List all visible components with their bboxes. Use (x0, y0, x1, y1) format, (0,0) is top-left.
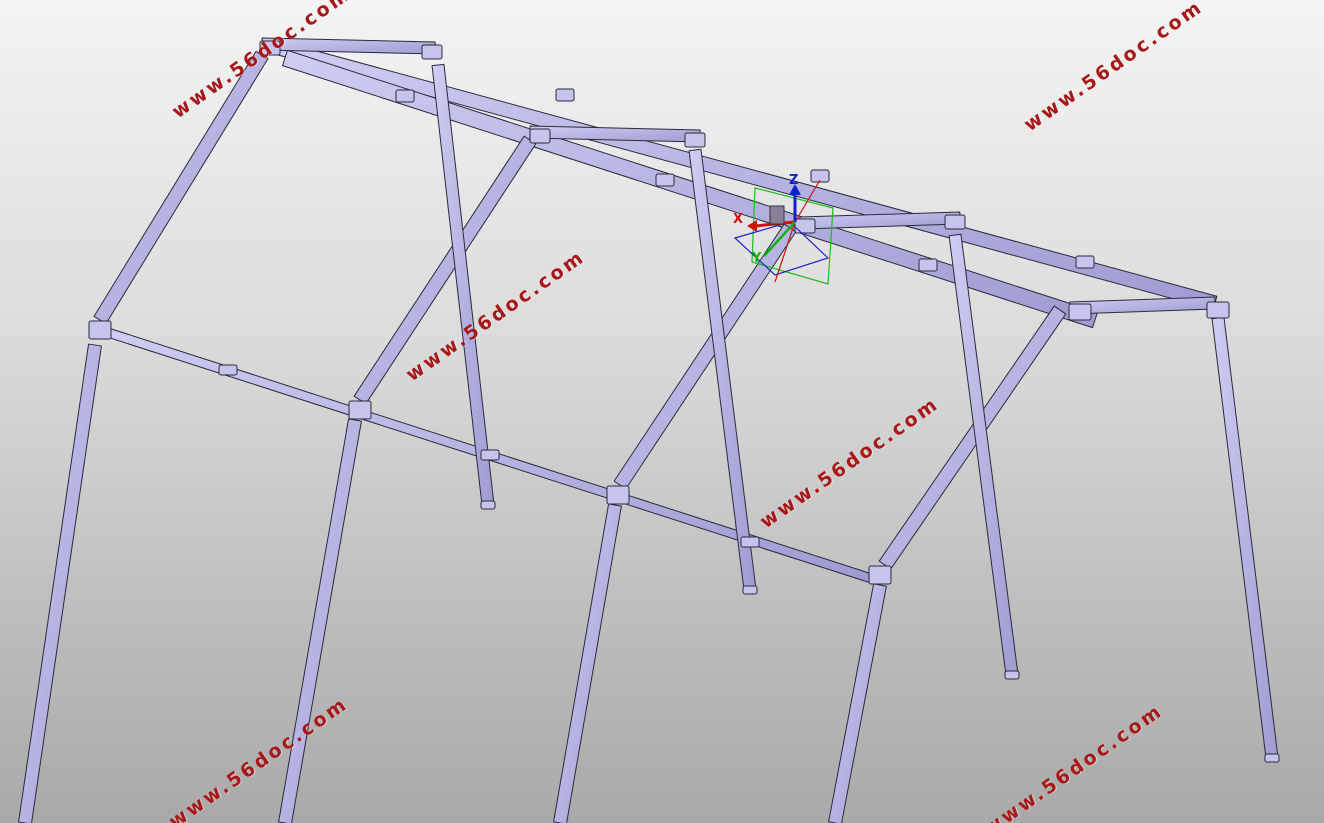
triad-origin-block (769, 205, 785, 225)
crossbar-4[interactable] (1069, 296, 1216, 315)
joint-eave-mid-1[interactable] (218, 364, 238, 376)
joint-eave-4[interactable] (868, 565, 892, 585)
frame-beams (18, 37, 1279, 823)
foot-back-4[interactable] (1264, 753, 1280, 763)
foot-back-3[interactable] (1004, 670, 1020, 680)
joint-mid-3[interactable] (684, 132, 706, 148)
joint-eave-3[interactable] (606, 485, 630, 505)
back-leg-4[interactable] (1211, 316, 1279, 760)
joint-eave-mid-3[interactable] (740, 536, 760, 548)
joint-ridge-c[interactable] (1075, 255, 1095, 269)
rafter-1[interactable] (93, 50, 269, 325)
joint-front-1[interactable] (395, 89, 415, 103)
cad-3d-viewport[interactable]: Z X Y www.56doc.com www.56doc.com www.56… (0, 0, 1324, 823)
joint-corner-1[interactable] (1068, 303, 1092, 321)
joint-front-2[interactable] (655, 173, 675, 187)
front-leg-2[interactable] (278, 418, 362, 823)
joint-ridge-a[interactable] (555, 88, 575, 102)
joint-mid-5[interactable] (944, 214, 966, 230)
joint-eave-2[interactable] (348, 400, 372, 420)
tent-frame-model[interactable]: Z X Y (0, 0, 1324, 823)
y-axis-label: Y (751, 251, 762, 266)
joint-eave-1[interactable] (88, 320, 112, 340)
front-leg-4[interactable] (828, 583, 887, 823)
front-leg-3[interactable] (553, 503, 622, 823)
z-axis-label: Z (789, 173, 798, 188)
x-axis-label: X (733, 212, 743, 227)
joint-front-3[interactable] (918, 258, 938, 272)
joint-eave-mid-2[interactable] (480, 449, 500, 461)
foot-back-1[interactable] (480, 500, 496, 510)
foot-back-2[interactable] (742, 585, 758, 595)
x-arrow-head-icon (747, 220, 757, 232)
front-leg-1[interactable] (18, 343, 102, 823)
joint-rear-2[interactable] (421, 44, 443, 60)
joint-corner-2[interactable] (1206, 301, 1230, 319)
joint-mid-2[interactable] (529, 128, 551, 144)
joint-mid-4[interactable] (794, 218, 816, 234)
